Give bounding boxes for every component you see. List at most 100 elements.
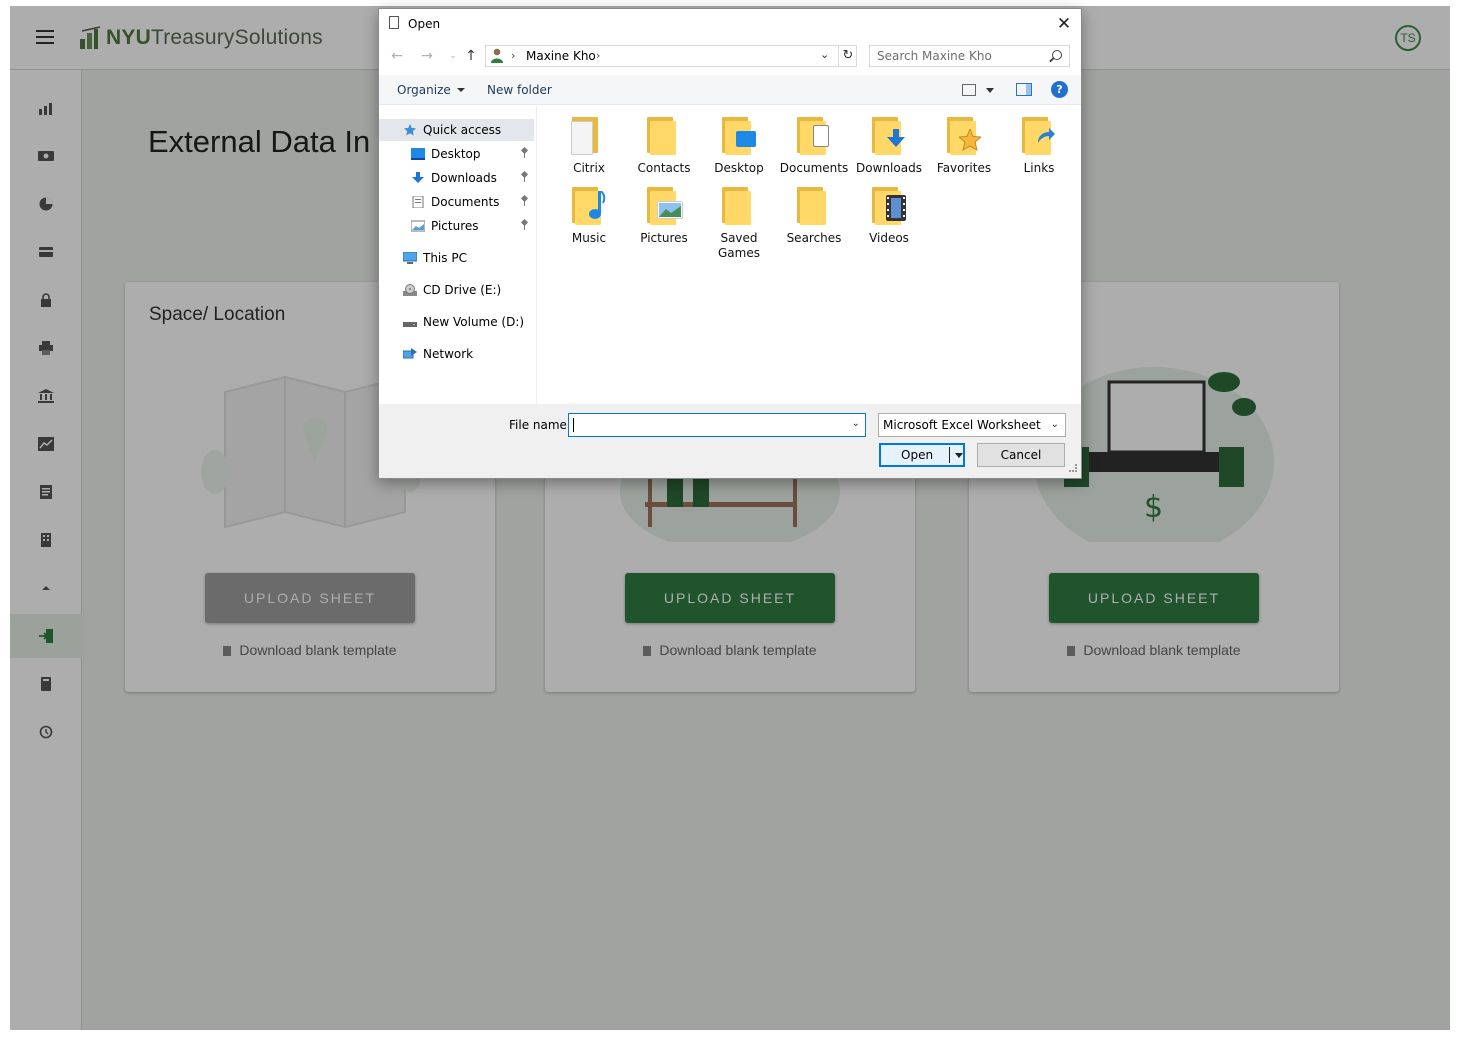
nav-label: Pictures — [431, 219, 479, 233]
folder-saved-games[interactable]: Saved Games — [702, 179, 776, 261]
folder-music[interactable]: Music — [552, 179, 626, 246]
open-options-arrow-icon[interactable] — [955, 453, 963, 458]
nav-item-pictures[interactable]: Pictures — [379, 215, 534, 237]
forward-button[interactable]: → — [419, 48, 435, 64]
nav-label: Quick access — [423, 123, 502, 137]
cancel-button[interactable]: Cancel — [977, 443, 1065, 467]
file-name-input[interactable]: ⌄ — [568, 413, 866, 437]
cd-drive-icon — [403, 284, 417, 296]
split-divider — [949, 447, 950, 463]
nav-item-desktop[interactable]: Desktop — [379, 143, 534, 165]
organize-button[interactable]: Organize — [397, 83, 465, 97]
breadcrumb-separator-icon: › — [596, 49, 601, 62]
view-options-icon[interactable] — [962, 84, 976, 96]
recent-locations-button[interactable]: ⌄ — [445, 48, 461, 64]
nav-item-cd-drive[interactable]: CD Drive (E:) — [379, 279, 534, 301]
resize-grip-icon[interactable] — [1069, 464, 1077, 472]
folder-label: Music — [571, 231, 607, 245]
folder-icon — [647, 185, 683, 225]
folder-icon — [572, 185, 606, 225]
network-icon — [403, 348, 417, 359]
download-arrow-icon — [887, 129, 905, 147]
search-input[interactable]: Search Maxine Kho — [869, 45, 1070, 67]
breadcrumb-user[interactable]: Maxine Kho — [526, 49, 596, 63]
folder-favorites[interactable]: Favorites — [927, 109, 1001, 176]
pin-icon — [521, 196, 529, 206]
nav-item-documents[interactable]: Documents — [379, 191, 534, 213]
picture-icon — [657, 201, 683, 219]
folder-label: Pictures — [640, 231, 688, 245]
open-file-dialog: Open ✕ ← → ⌄ ↑ › Maxine Kho › ⌄ ↻ Search… — [378, 8, 1082, 479]
address-dropdown-icon[interactable]: ⌄ — [820, 48, 829, 61]
folder-icon — [797, 185, 831, 225]
folder-contacts[interactable]: Contacts — [627, 109, 701, 176]
breadcrumb-separator-icon: › — [511, 49, 516, 62]
shortcut-arrow-icon — [1038, 128, 1055, 143]
folder-desktop[interactable]: Desktop — [702, 109, 776, 176]
text-cursor — [573, 418, 574, 432]
folder-videos[interactable]: Videos — [852, 179, 926, 246]
nav-label: Documents — [431, 195, 500, 209]
document-icon — [813, 125, 829, 147]
folder-icon — [571, 115, 606, 155]
address-row: ← → ⌄ ↑ › Maxine Kho › ⌄ ↻ Search Maxine… — [379, 43, 1081, 71]
folder-label: Links — [1023, 161, 1055, 175]
caret-down-icon — [456, 88, 465, 92]
file-type-value: Microsoft Excel Worksheet — [883, 418, 1041, 432]
close-button[interactable]: ✕ — [1055, 15, 1073, 33]
organize-label: Organize — [397, 83, 451, 97]
help-icon[interactable]: ? — [1051, 81, 1068, 98]
navigation-pane: Quick access Desktop Downloads Documents… — [379, 106, 537, 404]
nav-item-quick-access[interactable]: Quick access — [379, 119, 534, 141]
documents-icon — [412, 196, 424, 208]
new-folder-button[interactable]: New folder — [487, 83, 552, 97]
folder-label: Favorites — [936, 161, 992, 175]
pin-icon — [521, 172, 529, 182]
folder-label: Videos — [869, 231, 909, 245]
open-button[interactable]: Open — [879, 443, 965, 467]
folder-label: Desktop — [714, 161, 764, 175]
nav-label: Desktop — [431, 147, 481, 161]
file-list: Citrix Contacts Desktop Documents Downlo… — [539, 109, 1079, 403]
chevron-down-icon[interactable]: ⌄ — [852, 418, 860, 429]
nav-item-this-pc[interactable]: This PC — [379, 247, 534, 269]
search-placeholder: Search Maxine Kho — [877, 49, 992, 63]
file-icon — [389, 16, 399, 29]
preview-pane-icon[interactable] — [1016, 83, 1032, 96]
desktop-icon — [736, 131, 756, 147]
folder-label: Contacts — [637, 161, 691, 175]
folder-citrix[interactable]: Citrix — [552, 109, 626, 176]
folder-downloads[interactable]: Downloads — [852, 109, 926, 176]
dialog-toolbar: Organize New folder ? — [379, 75, 1081, 105]
folder-label: Downloads — [856, 161, 922, 175]
folder-label: Citrix — [573, 161, 605, 175]
folder-searches[interactable]: Searches — [777, 179, 851, 246]
dialog-title-bar[interactable]: Open ✕ — [379, 9, 1081, 39]
refresh-button[interactable]: ↻ — [838, 45, 857, 67]
film-icon — [886, 195, 906, 221]
open-button-label: Open — [901, 448, 934, 462]
file-name-label: File name: — [509, 418, 571, 432]
nav-label: Downloads — [431, 171, 497, 185]
back-button[interactable]: ← — [389, 48, 405, 64]
folder-pictures[interactable]: Pictures — [627, 179, 701, 246]
folder-links[interactable]: Links — [1002, 109, 1076, 176]
nav-item-new-volume[interactable]: New Volume (D:) — [379, 311, 534, 333]
nav-label: New Volume (D:) — [423, 315, 525, 329]
folder-icon — [872, 115, 906, 155]
address-bar[interactable]: › Maxine Kho › ⌄ ↻ — [485, 45, 857, 67]
pictures-icon — [411, 220, 425, 232]
folder-icon — [797, 115, 831, 155]
folder-icon — [872, 185, 906, 225]
drive-icon — [403, 322, 417, 327]
up-button[interactable]: ↑ — [463, 48, 479, 64]
nav-item-network[interactable]: Network — [379, 343, 534, 365]
folder-icon — [947, 115, 981, 155]
nav-item-downloads[interactable]: Downloads — [379, 167, 534, 189]
folder-label: Saved Games — [718, 231, 760, 260]
dialog-title: Open — [408, 17, 441, 31]
view-dropdown-icon[interactable] — [986, 88, 994, 93]
folder-documents[interactable]: Documents — [777, 109, 851, 176]
desktop-icon — [411, 148, 425, 160]
file-type-select[interactable]: Microsoft Excel Worksheet ⌄ — [878, 413, 1066, 437]
